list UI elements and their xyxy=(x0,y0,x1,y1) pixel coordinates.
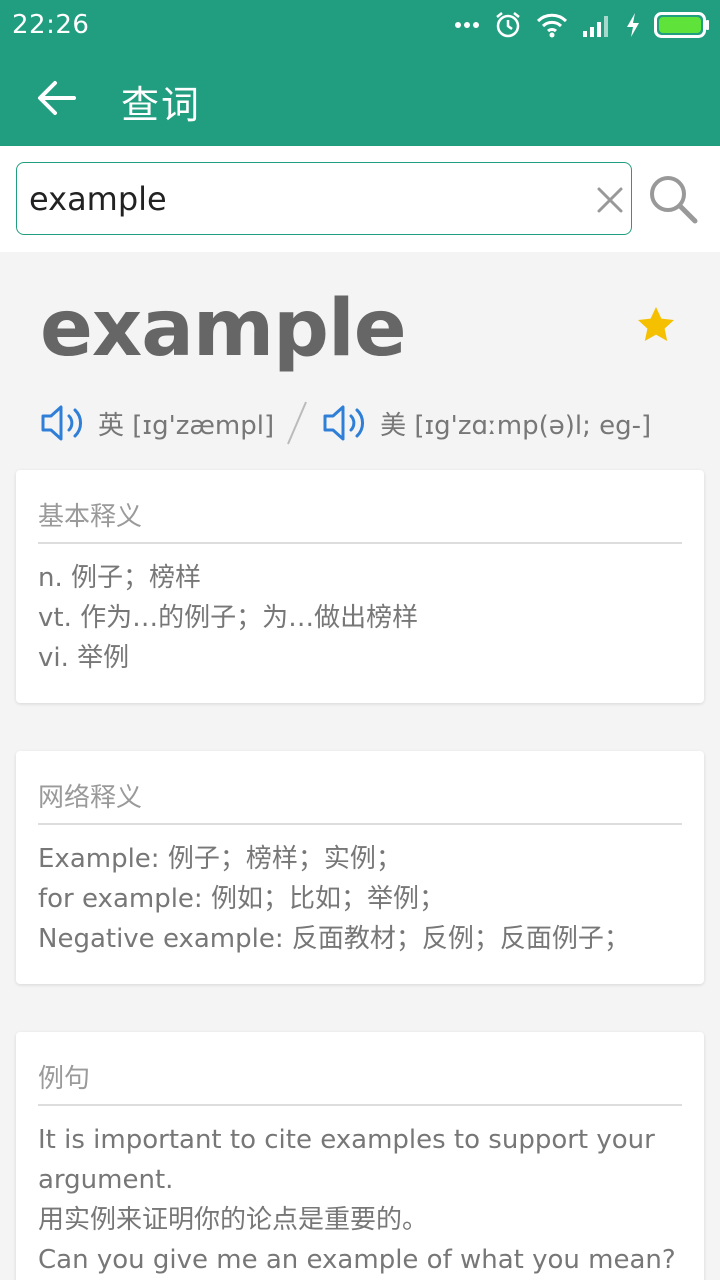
web-definition-line: Example: 例子；榜样；实例； xyxy=(38,844,402,874)
separator-slash xyxy=(287,401,308,445)
example-sentences-card: 例句 It is important to cite examples to s… xyxy=(16,1032,704,1280)
speaker-icon xyxy=(41,405,82,441)
definition-line: n. 例子；榜样 xyxy=(38,563,202,593)
us-pronunciation[interactable]: 美 [ɪg'zɑːmp(ə)l; eg-] xyxy=(322,403,651,443)
example-sentence: Can you give me an example of what you m… xyxy=(38,1245,676,1275)
example-sentence: It is important to cite examples to supp… xyxy=(38,1125,655,1195)
web-definition-line: for example: 例如；比如；举例； xyxy=(38,884,445,914)
us-phonetic: 美 [ɪg'zɑːmp(ə)l; eg-] xyxy=(380,410,652,441)
example-list: It is important to cite examples to supp… xyxy=(38,1120,688,1280)
page-title: 查词 xyxy=(121,83,202,127)
search-icon xyxy=(650,176,698,224)
divider xyxy=(38,1104,682,1106)
uk-phonetic: 英 [ɪg'zæmpl] xyxy=(98,410,275,441)
pronunciation-row: 英 [ɪg'zæmpl] 美 [ɪg'zɑːmp(ə)l; eg-] xyxy=(40,400,651,446)
signal-icon xyxy=(583,16,608,37)
definition-list: n. 例子；榜样 vt. 作为…的例子；为…做出榜样 vi. 举例 xyxy=(38,558,688,678)
search-box xyxy=(16,162,632,235)
wifi-icon xyxy=(536,13,568,38)
close-icon xyxy=(597,187,623,213)
status-icons xyxy=(454,10,710,40)
divider xyxy=(38,823,682,825)
star-icon[interactable] xyxy=(636,305,676,345)
basic-definition-card: 基本释义 n. 例子；榜样 vt. 作为…的例子；为…做出榜样 vi. 举例 xyxy=(16,470,704,703)
headword: example xyxy=(40,284,407,374)
search-row xyxy=(0,146,720,252)
app-bar: 查词 xyxy=(0,50,720,146)
card-title: 例句 xyxy=(38,1064,91,1094)
example-translation: 用实例来证明你的论点是重要的。 xyxy=(38,1205,429,1235)
definition-line: vt. 作为…的例子；为…做出榜样 xyxy=(38,603,419,633)
web-definition-list: Example: 例子；榜样；实例； for example: 例如；比如；举例… xyxy=(38,839,688,959)
status-time: 22:26 xyxy=(12,10,90,40)
back-button[interactable] xyxy=(30,72,82,124)
alarm-icon xyxy=(496,12,520,38)
definition-line: vi. 举例 xyxy=(38,643,130,673)
search-button[interactable] xyxy=(646,172,700,226)
card-title: 网络释义 xyxy=(38,783,143,813)
battery-icon xyxy=(654,12,709,38)
arrow-back-icon xyxy=(38,81,76,115)
search-input[interactable] xyxy=(29,177,589,221)
card-title: 基本释义 xyxy=(38,502,143,532)
web-definition-card: 网络释义 Example: 例子；榜样；实例； for example: 例如；… xyxy=(16,751,704,984)
clear-button[interactable] xyxy=(593,183,627,217)
uk-pronunciation[interactable]: 英 [ɪg'zæmpl] xyxy=(40,403,274,443)
more-dots-icon xyxy=(455,22,479,28)
status-bar: 22:26 xyxy=(0,0,720,50)
web-definition-line: Negative example: 反面教材；反例；反面例子； xyxy=(38,924,630,954)
divider xyxy=(38,542,682,544)
speaker-icon xyxy=(323,405,365,441)
charging-icon xyxy=(627,13,639,37)
